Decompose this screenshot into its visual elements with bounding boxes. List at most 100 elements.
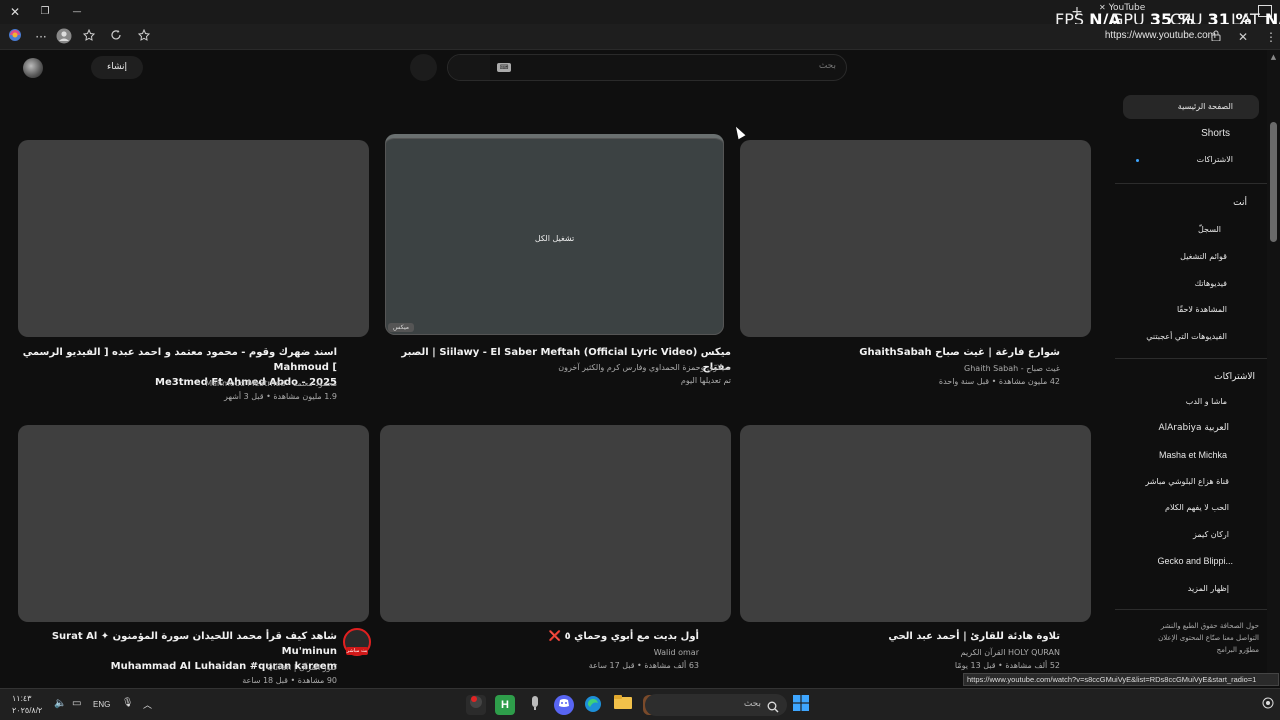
video-thumbnail-mix[interactable]: تشغيل الكل ميكس [385,134,724,335]
sidebar-item-history[interactable]: السجلّ [1198,225,1221,234]
sidebar-item-your-videos[interactable]: فيديوهاتك [1195,279,1227,288]
taskbar: ١١:٤٣ ٢٠٢٥/٨/٢ 🔈 ▭ ENG 🎙 ︿ H بحث [0,688,1280,720]
video-meta: HOLY QURAN القرآن الكريم 52 ألف مشاهدة •… [740,646,1060,672]
sidebar-item-liked-videos[interactable]: الفيديوهات التي أعجبتني [1146,332,1227,341]
scroll-thumb[interactable] [1270,122,1277,242]
video-stats: 42 مليون مشاهدة • قبل سنة واحدة [938,377,1060,386]
app-h-icon[interactable]: H [495,695,515,715]
video-stats: 90 مشاهدة • قبل 18 ساعة [242,676,337,685]
sidebar-sub-arkan[interactable]: اركان كيمز [1193,530,1229,539]
lock-icon [1207,28,1225,46]
sidebar-divider [1115,609,1267,610]
video-channel[interactable]: HOLY QURAN القرآن الكريم [740,646,1060,659]
tray-chevron-icon[interactable]: ︿ [143,698,152,711]
page-scrollbar[interactable]: ▲ ▼ [1267,50,1280,686]
sidebar-subs-heading: الاشتراكات [1214,372,1255,382]
scroll-up-icon[interactable]: ▲ [1269,53,1278,62]
profile-icon[interactable] [55,28,73,46]
network-icon[interactable]: ▭ [72,698,81,709]
video-title[interactable]: أول بديت مع أبوي وحماي ٥ ❌ [380,629,699,644]
mix-badge: ميكس [388,323,414,332]
video-title[interactable]: شوارع فارغة | غيث صباح GhaithSabah [740,345,1060,360]
app-recorder-icon[interactable] [466,695,486,715]
video-stats: 52 ألف مشاهدة • قبل 13 يومًا [954,661,1060,670]
new-content-dot [1136,159,1139,162]
account-avatar[interactable] [23,58,43,78]
sidebar-sub-hazza[interactable]: قناة هزاع البلوشي مباشر [1145,477,1229,486]
app-file-explorer-icon[interactable] [613,695,633,715]
taskbar-clock[interactable]: ١١:٤٣ ٢٠٢٥/٨/٢ [12,693,42,717]
more-options-icon[interactable]: ··· [32,28,50,46]
refresh-icon[interactable] [107,28,125,46]
close-url-icon[interactable]: ✕ [1234,28,1252,46]
video-stats: 63 ألف مشاهدة • قبل 17 ساعة [588,661,699,670]
search-input[interactable] [536,61,836,71]
sidebar-item-watch-later[interactable]: المشاهدة لاحقًا [1177,305,1227,314]
browser-address-bar: ··· https://www.youtube.com ✕ ⋮ [0,24,1280,50]
sidebar-item-playlists[interactable]: قوائم التشغيل [1180,252,1227,261]
sidebar-show-more[interactable]: إظهار المزيد [1188,584,1229,593]
browser-menu-icon[interactable]: ⋮ [1262,28,1280,46]
channel-avatar-live[interactable]: بث مباشر [343,628,371,656]
video-channel[interactable]: Walid omar [380,646,699,659]
video-thumbnail[interactable] [380,425,731,622]
sidebar-sub-love[interactable]: الحب لا يفهم الكلام [1165,503,1229,512]
sidebar-divider [1115,183,1267,184]
sidebar-item-shorts[interactable]: Shorts [1201,128,1230,139]
minimize-window-icon[interactable]: — [68,3,86,21]
browser-logo-icon[interactable] [6,28,24,46]
mouse-cursor-icon [732,124,746,140]
video-title[interactable]: تلاوة هادئة للقارئ | أحمد عبد الحي [740,629,1060,644]
sidebar-you-heading[interactable]: أنت [1233,198,1247,208]
sidebar-sub-masha-et-michka[interactable]: Masha et Michka [1159,450,1227,460]
sidebar-sub-alarabiya[interactable]: AlArabiya العربية [1158,423,1229,433]
app-mic-icon[interactable] [525,695,545,715]
voice-search-button[interactable] [410,54,437,81]
video-thumbnail[interactable] [18,425,369,622]
youtube-page: إنشاء ⌨ الصفحة الرئيسية Shorts الاشتراكا… [0,50,1267,686]
sidebar-divider [1115,358,1267,359]
search-icon [767,698,779,717]
taskbar-search[interactable]: بحث [645,694,787,716]
notification-icon[interactable] [1262,697,1274,712]
video-channel[interactable]: محمود معتمد - Mahmoud Me3tmed [18,377,337,390]
app-edge-icon[interactable] [583,695,603,715]
keyboard-icon[interactable]: ⌨ [497,63,511,72]
bookmark-star-icon[interactable] [135,28,153,46]
close-window-icon[interactable]: ✕ [6,3,24,21]
video-stats: 1.9 مليون مشاهدة • قبل 3 أشهر [224,392,337,401]
microphone-icon[interactable]: 🎙 [122,698,133,708]
search-box: ⌨ [447,54,847,81]
status-url-tooltip: https://www.youtube.com/watch?v=s8ccGMui… [963,673,1279,686]
window-titlebar: ✕ ❐ — + FPS N/A ✕ YouTube GPU 35 % CPU 31… [0,0,1280,29]
video-meta: Walid omar 63 ألف مشاهدة • قبل 17 ساعة [380,646,699,672]
video-thumbnail[interactable] [18,140,369,337]
search-button[interactable] [448,55,490,80]
restore-window-icon[interactable]: ❐ [36,3,54,21]
video-thumbnail[interactable] [740,140,1091,337]
video-meta: محمود معتمد - Mahmoud Me3tmed 1.9 مليون … [18,377,337,403]
sidebar-item-subscriptions[interactable]: الاشتراكات [1197,155,1233,164]
language-indicator[interactable]: ENG [93,700,110,709]
sidebar-sub-gecko[interactable]: Gecko and Blippi... [1157,556,1233,566]
video-thumbnail[interactable] [740,425,1091,622]
video-channel[interactable]: سيلاوي وحمزة الحمداوي وفارس كرم والكثير … [385,361,731,374]
video-meta: سيلاوي وحمزة الحمداوي وفارس كرم والكثير … [385,361,731,387]
favorites-icon[interactable] [80,28,98,46]
sidebar-sub-masha[interactable]: ماشا و الدب [1186,397,1227,406]
video-meta: غيث صباح - Ghaith Sabah 42 مليون مشاهدة … [740,362,1060,388]
sidebar: الصفحة الرئيسية Shorts الاشتراكات أنت ال… [1115,90,1267,686]
footer-links-1[interactable]: حول الصحافة حقوق الطبع والنشر [1161,622,1259,630]
windows-start-icon[interactable] [791,695,811,715]
app-discord-icon[interactable] [554,695,574,715]
footer-links-2[interactable]: التواصل معنا صنّاع المحتوى الإعلان [1158,634,1259,642]
live-badge: بث مباشر [346,647,368,655]
footer-links-3[interactable]: مطوّرو البرامج [1217,646,1259,654]
video-channel[interactable]: غيث صباح - Ghaith Sabah [740,362,1060,375]
speaker-icon[interactable]: 🔈 [54,698,66,709]
create-button[interactable]: إنشاء [91,56,143,79]
url-text[interactable]: https://www.youtube.com [1105,30,1216,41]
play-all-label[interactable]: تشغيل الكل [385,234,724,243]
sidebar-item-home[interactable]: الصفحة الرئيسية [1178,102,1233,111]
video-channel[interactable]: كنوز القرآن | Quran [18,661,337,674]
